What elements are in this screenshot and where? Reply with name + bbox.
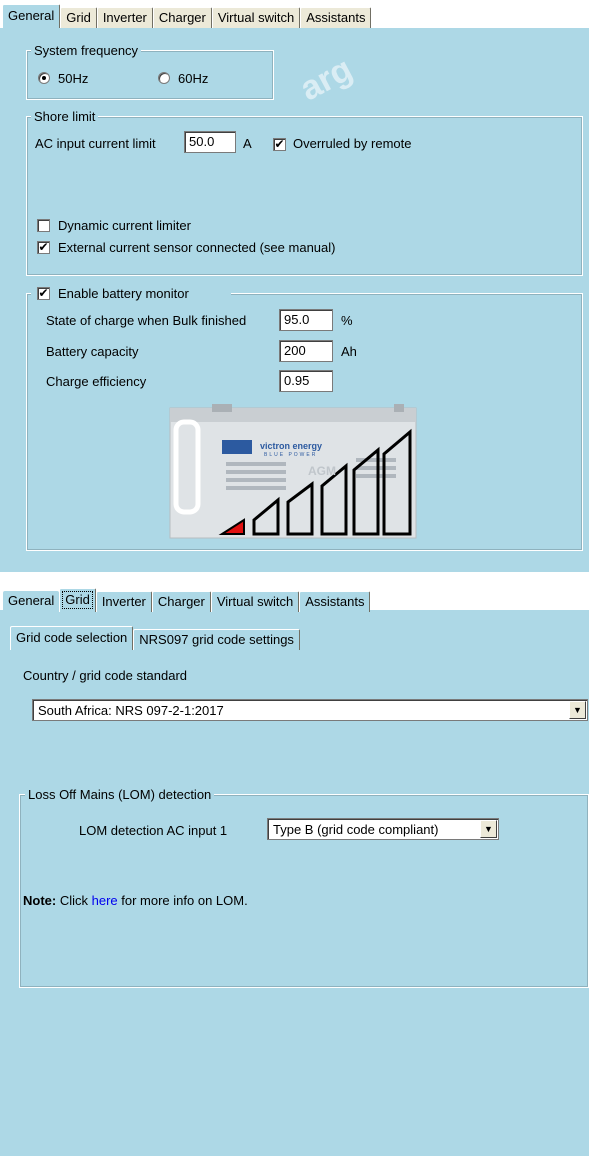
lom-note: Note: Click here for more info on LOM. [23,893,248,909]
lom-ac-input-select[interactable]: Type B (grid code compliant) ▼ [267,818,499,840]
subtab-grid-code-selection[interactable]: Grid code selection [10,626,134,650]
subtab-nrs097-settings[interactable]: NRS097 grid code settings [133,629,300,650]
tab-assistants[interactable]: Assistants [300,7,372,28]
radio-50hz-label: 50Hz [58,71,89,86]
panel-grid: General Grid Inverter Charger Virtual sw… [0,582,589,1156]
tab-inverter-2[interactable]: Inverter [95,591,152,612]
system-frequency-legend: System frequency [31,43,142,58]
enable-battery-monitor-label: Enable battery monitor [58,286,189,301]
panel-general: arg General Grid Inverter Charger Virtua… [0,0,589,572]
subtabstrip: Grid code selection NRS097 grid code set… [10,626,300,650]
battery-capacity-label: Battery capacity [46,344,139,359]
radio-50hz[interactable] [38,72,50,84]
tabstrip-main-2: General Grid Inverter Charger Virtual sw… [3,588,371,612]
tabstrip-main: General Grid Inverter Charger Virtual sw… [2,4,372,28]
shore-limit-legend: Shore limit [31,109,99,124]
battery-capacity-unit: Ah [341,344,357,359]
lom-note-pre: Click [56,893,92,908]
lom-note-bold: Note: [23,893,57,908]
external-current-sensor-checkbox[interactable]: ✔ [37,241,50,254]
radio-60hz[interactable] [158,72,170,84]
tab-general-2[interactable]: General [3,591,60,612]
ac-input-current-limit-label: AC input current limit [35,136,156,151]
ac-input-current-unit: A [243,136,252,151]
ac-input-current-limit-field[interactable]: 50.0 [184,131,236,153]
charge-efficiency-label: Charge efficiency [46,374,147,389]
tab-assistants-2[interactable]: Assistants [299,591,371,612]
tab-virtual-switch[interactable]: Virtual switch [211,7,301,28]
battery-illustration [169,404,417,539]
tab-grid-2[interactable]: Grid [59,588,96,612]
country-grid-code-label: Country / grid code standard [23,668,188,683]
dynamic-current-limiter-label: Dynamic current limiter [58,218,191,233]
enable-battery-monitor-checkbox[interactable]: ✔ [37,287,50,300]
chevron-down-icon-lom[interactable]: ▼ [480,820,497,838]
radio-60hz-label: 60Hz [178,71,209,86]
lom-info-link[interactable]: here [92,893,118,908]
lom-note-post: for more info on LOM. [117,893,248,908]
dynamic-current-limiter-checkbox[interactable] [37,219,50,232]
tab-grid[interactable]: Grid [60,7,97,28]
battery-brand: victron energy [260,441,323,451]
charge-efficiency-field[interactable]: 0.95 [279,370,333,392]
soc-bulk-finished-label: State of charge when Bulk finished [46,313,247,328]
tab-charger-2[interactable]: Charger [151,591,211,612]
battery-image: victron energy BLUE POWER AGM [166,402,422,540]
overruled-by-remote-label: Overruled by remote [293,136,412,151]
chevron-down-icon[interactable]: ▼ [569,701,586,719]
tab-charger[interactable]: Charger [152,7,212,28]
country-grid-code-value: South Africa: NRS 097-2-1:2017 [38,703,224,718]
battery-capacity-field[interactable]: 200 [279,340,333,362]
lom-ac-input-value: Type B (grid code compliant) [273,822,439,837]
external-current-sensor-label: External current sensor connected (see m… [58,240,336,255]
lom-ac-input-label: LOM detection AC input 1 [79,823,228,838]
country-grid-code-select[interactable]: South Africa: NRS 097-2-1:2017 ▼ [32,699,588,721]
tab-general[interactable]: General [2,4,61,28]
battery-tagline: BLUE POWER [264,452,318,458]
lom-legend: Loss Off Mains (LOM) detection [25,787,215,802]
tab-virtual-switch-2[interactable]: Virtual switch [210,591,300,612]
soc-bulk-finished-field[interactable]: 95.0 [279,309,333,331]
battery-model: AGM [308,464,336,478]
tab-inverter[interactable]: Inverter [96,7,153,28]
soc-unit: % [341,313,353,328]
overruled-by-remote-checkbox[interactable]: ✔ [273,138,286,151]
